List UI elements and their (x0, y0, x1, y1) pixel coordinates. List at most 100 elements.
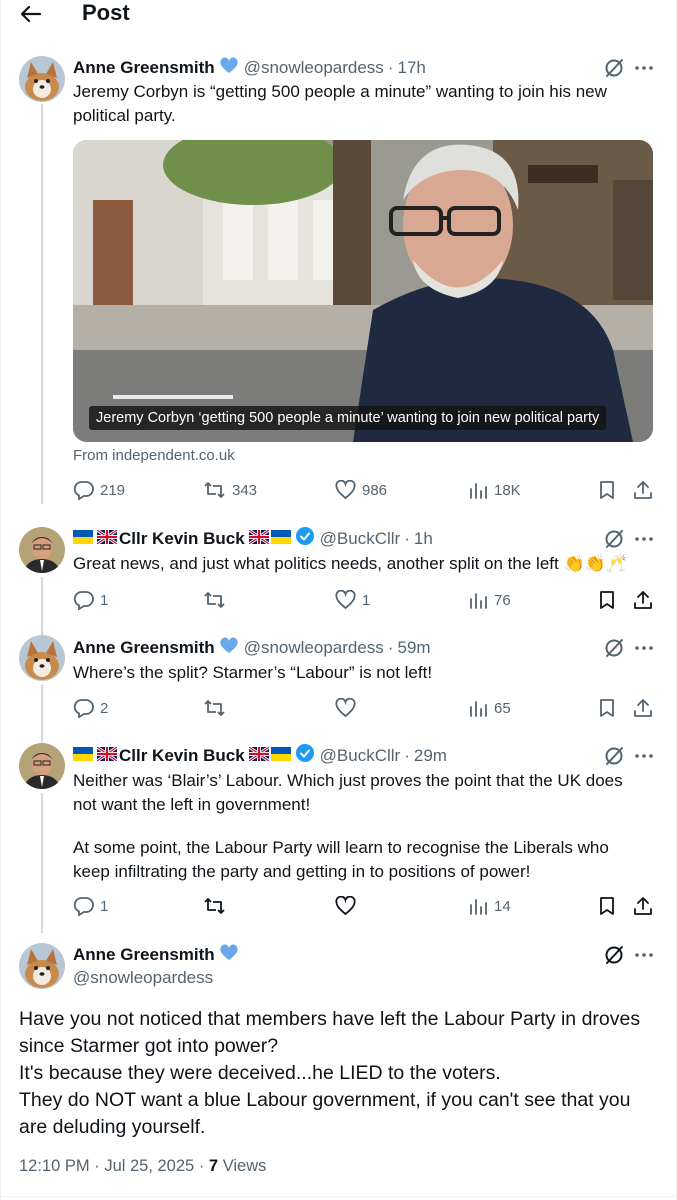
repost-button[interactable] (203, 590, 232, 610)
post-text-paragraph: At some point, the Labour Party will lea… (73, 838, 609, 881)
like-button[interactable]: 986 (335, 480, 387, 500)
avatar[interactable] (19, 743, 65, 789)
post-actions-bar: 1 1 76 (73, 590, 658, 614)
author-handle[interactable]: @BuckCllr (320, 528, 401, 550)
author-handle[interactable]: @BuckCllr (320, 745, 401, 767)
avatar[interactable] (19, 943, 65, 989)
thread-connector-line (41, 104, 43, 504)
grok-icon[interactable] (603, 528, 625, 550)
repost-icon (204, 482, 225, 498)
post-time[interactable]: 29m (414, 745, 447, 767)
bookmark-button[interactable] (598, 590, 616, 615)
back-arrow-icon[interactable] (18, 2, 44, 26)
like-count: 1 (362, 591, 371, 609)
heart-icon (335, 590, 356, 610)
more-options-icon[interactable] (634, 637, 654, 659)
repost-icon (204, 898, 225, 914)
views-button[interactable]: 14 (468, 896, 511, 916)
reply-button[interactable]: 1 (73, 896, 108, 916)
views-button[interactable]: 65 (468, 698, 511, 718)
more-options-icon[interactable] (634, 528, 654, 550)
like-button[interactable] (335, 896, 362, 916)
repost-button[interactable] (203, 698, 232, 718)
reply-icon (73, 591, 94, 610)
bookmark-button[interactable] (598, 480, 616, 505)
reply-count: 219 (100, 481, 126, 499)
like-button[interactable] (335, 698, 362, 718)
avatar[interactable] (19, 635, 65, 681)
post-time[interactable]: 1h (414, 528, 433, 550)
reply-button[interactable]: 219 (73, 480, 125, 500)
post-date[interactable]: Jul 25, 2025 (104, 1157, 194, 1175)
reply-button[interactable]: 1 (73, 590, 108, 610)
author-handle[interactable]: @snowleopardess (244, 637, 384, 659)
verified-badge-icon (295, 743, 315, 769)
dot-separator: · (387, 638, 394, 657)
left-border (0, 0, 1, 1200)
heart-icon (335, 480, 356, 500)
grok-icon[interactable] (603, 637, 625, 659)
uk-flag-icon (96, 528, 118, 550)
blue-heart-badge-icon (219, 56, 239, 80)
share-icon (634, 699, 652, 717)
views-button[interactable]: 18K (468, 480, 521, 500)
link-source[interactable]: From independent.co.uk (73, 447, 235, 464)
author-name[interactable]: Anne Greensmith (73, 57, 215, 79)
repost-button[interactable] (203, 896, 232, 916)
page-title: Post (82, 0, 130, 25)
grok-icon[interactable] (603, 57, 625, 79)
grok-icon[interactable] (603, 944, 625, 966)
share-button[interactable] (633, 590, 653, 615)
author-name[interactable]: Cllr Kevin Buck (119, 745, 245, 767)
bookmark-button[interactable] (598, 698, 616, 723)
heart-icon (335, 698, 356, 718)
reply-button[interactable]: 2 (73, 698, 108, 718)
text-line: Have you not noticed that members have l… (19, 1008, 641, 1057)
share-button[interactable] (633, 480, 653, 505)
avatar[interactable] (19, 527, 65, 573)
text-line: It's because they were deceived...he LIE… (19, 1062, 501, 1084)
video-thumbnail (73, 140, 653, 442)
author-name[interactable]: Cllr Kevin Buck (119, 528, 245, 550)
thread-connector-line (41, 793, 43, 933)
author-handle[interactable]: @snowleopardess (244, 57, 384, 79)
like-button[interactable]: 1 (335, 590, 370, 610)
ukraine-flag-icon (270, 745, 291, 767)
grok-icon[interactable] (603, 745, 625, 767)
thread-connector-line (41, 577, 43, 635)
ukraine-flag-icon (73, 528, 93, 550)
author-name[interactable]: Anne Greensmith (73, 944, 215, 966)
dot-separator: · (94, 1157, 105, 1175)
ukraine-flag-icon (270, 528, 291, 550)
post-text: Great news, and just what politics needs… (73, 554, 627, 573)
post-time[interactable]: 17h (397, 57, 425, 79)
bookmark-icon (600, 699, 614, 717)
blue-heart-badge-icon (219, 943, 239, 967)
analytics-icon (470, 701, 487, 717)
views-count: 7 (208, 1157, 219, 1175)
more-options-icon[interactable] (634, 745, 654, 767)
repost-button[interactable]: 343 (203, 480, 257, 500)
like-count: 986 (362, 481, 388, 499)
post-time[interactable]: 59m (397, 637, 430, 659)
heart-icon (335, 896, 356, 916)
author-name[interactable]: Anne Greensmith (73, 637, 215, 659)
reply-icon (73, 897, 94, 916)
post-time[interactable]: 12:10 PM (19, 1157, 90, 1175)
views-button[interactable]: 76 (468, 590, 511, 610)
more-options-icon[interactable] (634, 57, 654, 79)
avatar[interactable] (19, 56, 65, 102)
link-card-image[interactable]: Jeremy Corbyn ‘getting 500 people a minu… (73, 140, 653, 442)
share-icon (634, 897, 652, 915)
dot-separator: · (198, 1157, 209, 1175)
share-button[interactable] (633, 698, 653, 723)
author-handle[interactable]: @snowleopardess (73, 968, 213, 988)
uk-flag-icon (96, 745, 118, 767)
reply-icon (73, 481, 94, 500)
bookmark-button[interactable] (598, 896, 616, 921)
ukraine-flag-icon (73, 745, 93, 767)
more-options-icon[interactable] (634, 944, 654, 966)
share-button[interactable] (633, 896, 653, 921)
post-actions-bar: 1 14 (73, 896, 658, 920)
post-header: Cllr Kevin Buck @BuckCllr · 1h (73, 527, 433, 550)
